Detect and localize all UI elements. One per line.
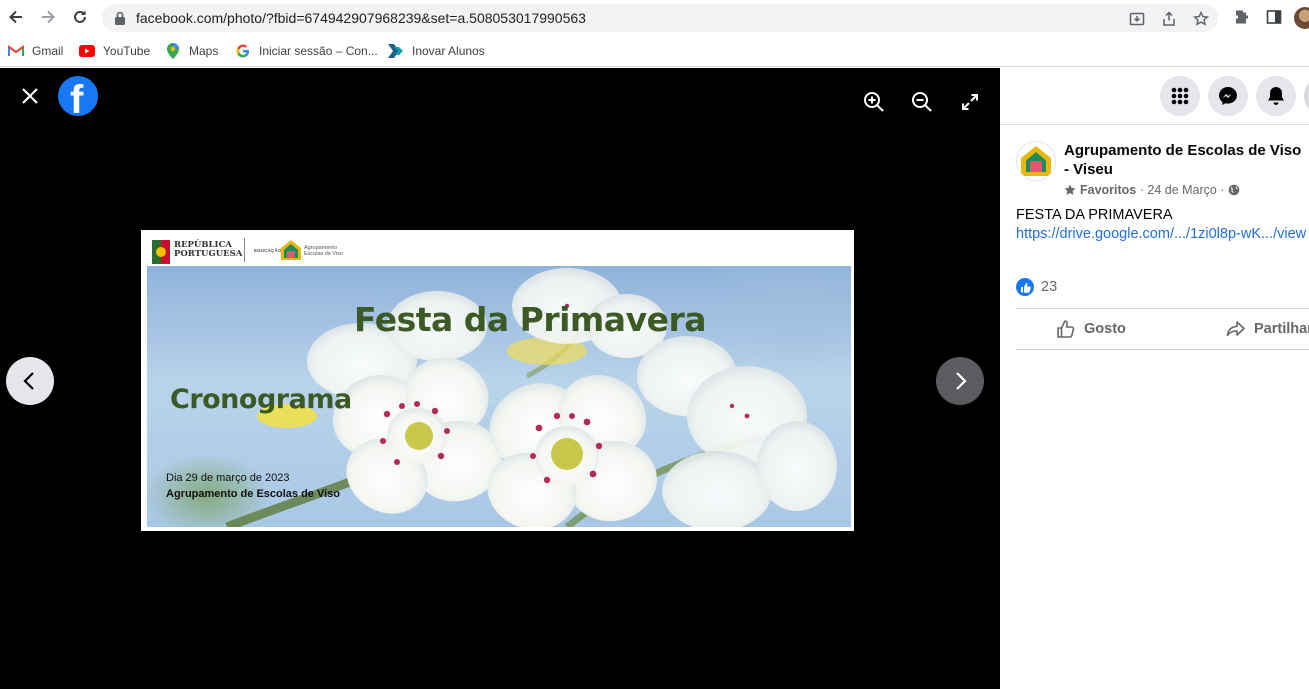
next-photo-button[interactable]: [936, 357, 984, 405]
gmail-icon: [8, 43, 24, 59]
youtube-icon: [79, 43, 95, 59]
bookmark-inovar[interactable]: Inovar Alunos: [388, 41, 485, 61]
republica-portuguesa-text: REPÚBLICA PORTUGUESA: [174, 240, 243, 259]
messenger-button[interactable]: [1208, 76, 1248, 116]
bookmark-label: Maps: [189, 44, 219, 58]
bookmark-label: Iniciar sessão – Con...: [259, 44, 378, 58]
google-icon: [235, 43, 251, 59]
fullscreen-button[interactable]: [958, 90, 982, 114]
favorites-label[interactable]: Favoritos: [1080, 183, 1136, 197]
reactions-summary[interactable]: 23: [1016, 278, 1057, 296]
bookmark-label: YouTube: [103, 44, 151, 58]
likes-count: 23: [1041, 279, 1058, 295]
maps-icon: [165, 43, 181, 59]
page-avatar[interactable]: [1016, 141, 1056, 181]
inovar-icon: [388, 43, 404, 59]
lock-icon: [115, 11, 125, 25]
address-bar[interactable]: facebook.com/photo/?fbid=674942907968239…: [102, 4, 1218, 32]
post-date[interactable]: 24 de Março: [1147, 183, 1216, 197]
photo-viewer: f REPÚBLICA PORTUGUESA EDUCAÇÃO Agrupame…: [0, 68, 1000, 689]
side-panel-icon[interactable]: [1264, 7, 1284, 27]
expand-icon: [962, 94, 978, 110]
photo-date-line: Dia 29 de março de 2023: [166, 472, 290, 484]
previous-photo-button[interactable]: [6, 357, 54, 405]
post-meta: Favoritos · 24 de Março ·: [1064, 183, 1240, 197]
actions-divider-top: [1016, 308, 1309, 309]
facebook-logo[interactable]: f: [58, 76, 98, 116]
photo-school-line: Agrupamento de Escolas de Viso: [166, 488, 341, 500]
thumbs-up-icon: [1056, 319, 1076, 339]
share-arrow-icon: [1226, 319, 1246, 339]
reload-button[interactable]: [68, 5, 92, 29]
like-label: Gosto: [1084, 321, 1126, 337]
share-icon[interactable]: [1160, 10, 1178, 28]
zoom-out-button[interactable]: [910, 90, 934, 114]
like-button[interactable]: Gosto: [1056, 318, 1126, 340]
share-button[interactable]: Partilhar: [1226, 318, 1309, 340]
school-logo-icon: [1021, 146, 1051, 176]
bookmark-google-login[interactable]: Iniciar sessão – Con...: [235, 41, 378, 61]
header-divider: [244, 238, 245, 262]
back-button[interactable]: [4, 5, 28, 29]
page-name-link[interactable]: Agrupamento de Escolas de Viso - Viseu: [1064, 141, 1304, 179]
post-photo: REPÚBLICA PORTUGUESA EDUCAÇÃO Agrupament…: [141, 230, 854, 531]
bookmarks-bar: Gmail YouTube Maps Iniciar sessão – Con.…: [0, 36, 1309, 67]
bookmark-label: Gmail: [32, 44, 64, 58]
sidebar-divider: [1000, 124, 1309, 125]
share-label: Partilhar: [1254, 321, 1309, 337]
zoom-in-button[interactable]: [862, 90, 886, 114]
reload-icon: [74, 10, 86, 23]
browser-toolbar: facebook.com/photo/?fbid=674942907968239…: [0, 0, 1309, 36]
account-avatar[interactable]: [1304, 76, 1309, 116]
forward-button[interactable]: [36, 5, 60, 29]
url-text: facebook.com/photo/?fbid=674942907968239…: [136, 10, 586, 26]
actions-divider-bottom: [1016, 349, 1309, 350]
bookmark-gmail[interactable]: Gmail: [8, 41, 63, 61]
post-text: FESTA DA PRIMAVERA: [1016, 207, 1173, 223]
bookmark-youtube[interactable]: YouTube: [79, 41, 150, 61]
profile-avatar[interactable]: [1294, 7, 1309, 29]
spring-flowers-image: Festa da Primavera Cronograma Dia 29 de …: [147, 266, 851, 527]
menu-button[interactable]: [1160, 76, 1200, 116]
chevron-left-icon: [23, 372, 34, 390]
globe-icon: [1228, 184, 1240, 196]
bookmark-star-icon[interactable]: [1192, 10, 1210, 28]
bookmark-label: Inovar Alunos: [412, 44, 485, 58]
republica-portuguesa-emblem-icon: [152, 240, 170, 264]
post-sidebar: Agrupamento de Escolas de Viso - Viseu F…: [1000, 68, 1309, 689]
star-icon: [1064, 184, 1076, 195]
bell-icon: [1268, 87, 1284, 105]
photo-title: Festa da Primavera: [354, 300, 707, 339]
school-logo-text: Agrupamento Escolas de Viso: [304, 245, 344, 257]
photo-header-logos: REPÚBLICA PORTUGUESA EDUCAÇÃO Agrupament…: [141, 230, 854, 266]
like-reaction-icon: [1016, 278, 1034, 296]
close-icon: [22, 88, 38, 104]
educacao-text: EDUCAÇÃO: [254, 248, 282, 253]
extensions-puzzle-icon[interactable]: [1232, 7, 1252, 27]
post-drive-link[interactable]: https://drive.google.com/.../1zi0l8p-wK.…: [1016, 226, 1306, 242]
forward-arrow-icon: [42, 10, 55, 24]
zoom-out-icon: [912, 92, 932, 112]
messenger-icon: [1219, 87, 1237, 105]
photo-subtitle: Cronograma: [170, 384, 352, 415]
install-app-icon[interactable]: [1128, 10, 1146, 28]
back-arrow-icon: [9, 10, 22, 24]
bookmark-maps[interactable]: Maps: [165, 41, 218, 61]
chevron-right-icon: [956, 372, 967, 390]
grid-menu-icon: [1171, 87, 1189, 105]
zoom-in-icon: [864, 92, 884, 112]
notifications-button[interactable]: [1256, 76, 1296, 116]
close-viewer-button[interactable]: [18, 84, 42, 108]
school-logo-icon: [281, 240, 301, 260]
